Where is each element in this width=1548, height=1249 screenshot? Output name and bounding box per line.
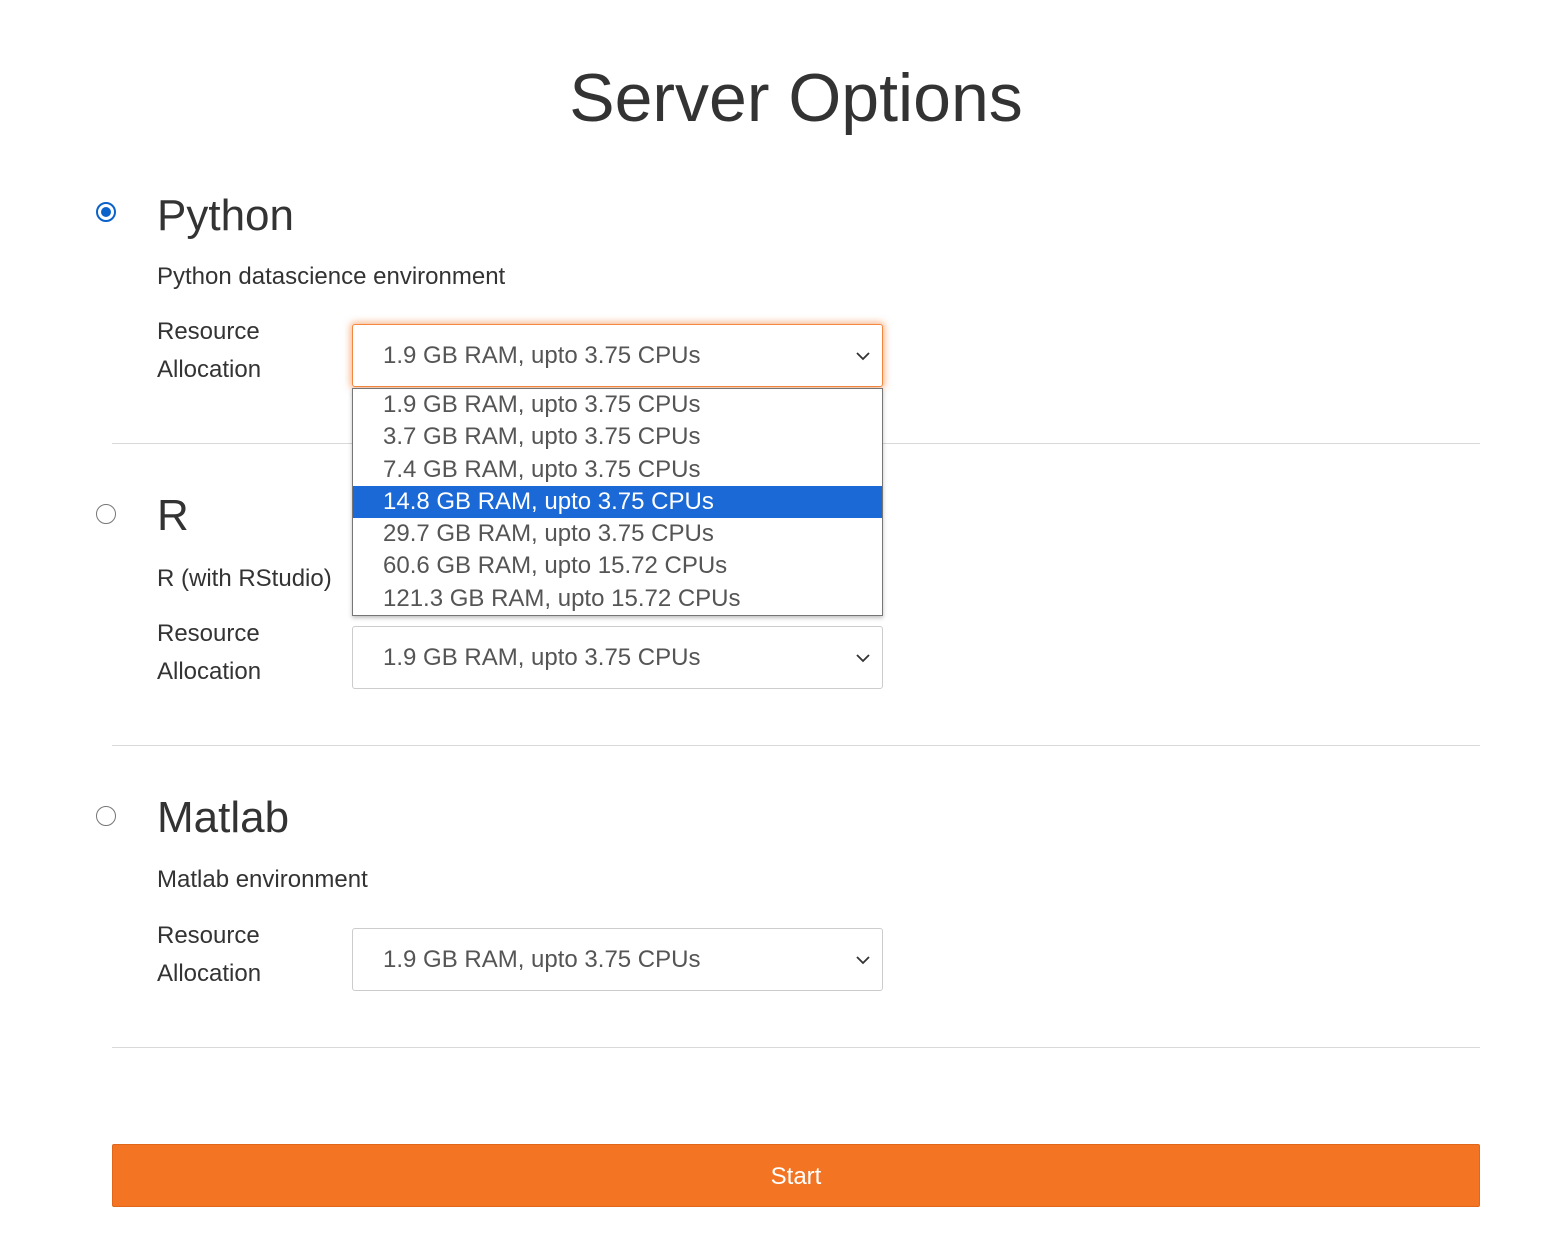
option-title-r: R (157, 491, 189, 540)
option-description-matlab: Matlab environment (157, 866, 368, 893)
option-description-r: R (with RStudio) (157, 565, 332, 592)
dropdown-option[interactable]: 29.7 GB RAM, upto 3.75 CPUs (353, 518, 882, 550)
dropdown-option[interactable]: 7.4 GB RAM, upto 3.75 CPUs (353, 454, 882, 486)
page-title: Server Options (569, 60, 1023, 136)
resource-dropdown-list: 1.9 GB RAM, upto 3.75 CPUs 3.7 GB RAM, u… (352, 388, 883, 616)
option-description-python: Python datascience environment (157, 263, 506, 290)
resource-select-matlab[interactable]: 1.9 GB RAM, upto 3.75 CPUs (352, 928, 883, 991)
resource-select-value-matlab: 1.9 GB RAM, upto 3.75 CPUs (383, 946, 701, 973)
resource-select-python[interactable]: 1.9 GB RAM, upto 3.75 CPUs (352, 324, 883, 387)
option-title-python: Python (157, 191, 294, 240)
resource-allocation-label-python: Resource Allocation (157, 318, 262, 383)
divider (112, 745, 1480, 746)
radio-r[interactable] (96, 504, 116, 524)
resource-select-value-python: 1.9 GB RAM, upto 3.75 CPUs (383, 342, 701, 369)
option-title-matlab: Matlab (157, 793, 290, 842)
chevron-down-icon (856, 956, 870, 965)
resource-allocation-label-r: Resource Allocation (157, 620, 262, 685)
chevron-down-icon (856, 654, 870, 663)
divider (112, 1047, 1480, 1048)
dropdown-option-highlighted[interactable]: 14.8 GB RAM, upto 3.75 CPUs (353, 485, 882, 519)
resource-allocation-label-matlab: Resource Allocation (157, 922, 262, 987)
resource-select-value-r: 1.9 GB RAM, upto 3.75 CPUs (383, 644, 701, 671)
start-button[interactable]: Start (112, 1144, 1480, 1207)
dropdown-option[interactable]: 3.7 GB RAM, upto 3.75 CPUs (353, 421, 882, 453)
dropdown-option[interactable]: 1.9 GB RAM, upto 3.75 CPUs (353, 389, 882, 421)
chevron-down-icon (856, 352, 870, 361)
radio-python[interactable] (96, 202, 116, 222)
dropdown-option[interactable]: 60.6 GB RAM, upto 15.72 CPUs (353, 550, 882, 582)
dropdown-option[interactable]: 121.3 GB RAM, upto 15.72 CPUs (353, 583, 882, 615)
resource-select-r[interactable]: 1.9 GB RAM, upto 3.75 CPUs (352, 626, 883, 689)
radio-matlab[interactable] (96, 806, 116, 826)
